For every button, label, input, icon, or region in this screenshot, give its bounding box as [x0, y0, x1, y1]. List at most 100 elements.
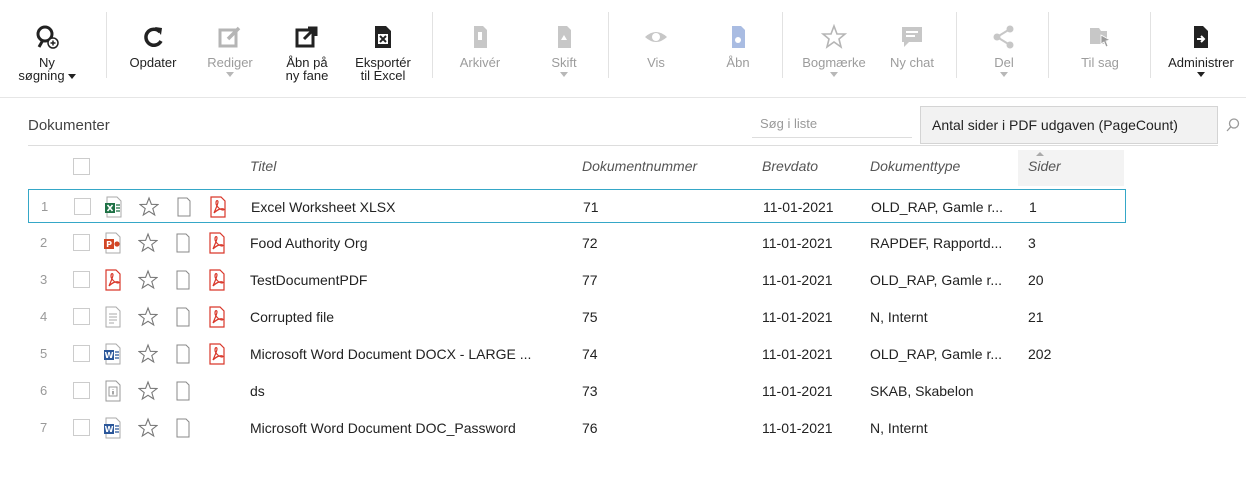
star-icon[interactable]: [138, 232, 158, 254]
edit-button[interactable]: Rediger: [198, 0, 262, 98]
move-to-case-icon: [1083, 18, 1117, 56]
powerpoint-file-icon[interactable]: P: [103, 232, 123, 254]
word-file-icon[interactable]: W: [103, 343, 123, 365]
refresh-button[interactable]: Opdater: [118, 0, 188, 98]
star-icon: [817, 18, 851, 56]
page-count: 21: [1028, 309, 1044, 325]
table-row[interactable]: 1 Excel Worksheet XLSX 71 11-01-2021 OLD_RAP…: [28, 189, 1126, 223]
excel-export-icon: [366, 18, 400, 56]
open-button[interactable]: Åbn: [708, 0, 768, 98]
document-page-icon[interactable]: [173, 343, 193, 365]
document-page-icon[interactable]: [173, 380, 193, 402]
excel-file-icon[interactable]: [104, 196, 124, 218]
letter-date: 11-01-2021: [763, 199, 834, 215]
row-checkbox[interactable]: [73, 308, 90, 325]
open-document-icon: [721, 18, 755, 56]
document-number: 71: [583, 199, 599, 215]
document-type: RAPDEF, Rapportd...: [870, 235, 1003, 251]
text-file-icon[interactable]: [103, 306, 123, 328]
table-row[interactable]: 4 Corrupted file 75 11-01-2021 N, Internt 21: [28, 300, 1126, 334]
table-row[interactable]: 6 ds 73 11-01-2021 SKAB, Skabelon: [28, 374, 1126, 408]
star-icon[interactable]: [138, 417, 158, 439]
table-row[interactable]: 2 P Food Authority Org 72 11-01-2021 RAPDEF, …: [28, 226, 1126, 260]
row-number: 5: [40, 346, 48, 361]
row-checkbox[interactable]: [73, 234, 90, 251]
move-to-case-button[interactable]: Til sag: [1060, 0, 1140, 98]
bookmark-label: Bogmærke: [802, 55, 866, 70]
document-type: N, Internt: [870, 420, 928, 436]
new-chat-button[interactable]: Ny chat: [880, 0, 944, 98]
share-label: Del: [994, 55, 1014, 70]
export-excel-label: Eksportér til Excel: [355, 55, 411, 83]
document-title[interactable]: ds: [250, 374, 265, 408]
pdf-icon[interactable]: [208, 196, 228, 218]
document-type: OLD_RAP, Gamle r...: [870, 272, 1003, 288]
chevron-down-icon: [67, 74, 76, 80]
table-row[interactable]: 3 TestDocumentPDF 77 11-01-2021 OLD_RAP, Gam…: [28, 263, 1126, 297]
row-checkbox[interactable]: [73, 345, 90, 362]
row-checkbox[interactable]: [73, 271, 90, 288]
star-icon[interactable]: [138, 306, 158, 328]
pdf-icon[interactable]: [207, 269, 227, 291]
document-page-icon[interactable]: [173, 417, 193, 439]
document-title[interactable]: Food Authority Org: [250, 226, 368, 260]
document-title[interactable]: Corrupted file: [250, 300, 334, 334]
document-page-icon[interactable]: [174, 196, 194, 218]
switch-button[interactable]: Skift: [532, 0, 596, 98]
manage-button[interactable]: Administrer: [1158, 0, 1244, 98]
page-count: 3: [1028, 235, 1036, 251]
document-title[interactable]: Microsoft Word Document DOCX - LARGE ...: [250, 337, 531, 371]
row-checkbox[interactable]: [73, 382, 90, 399]
document-number: 76: [582, 420, 598, 436]
svg-text:W: W: [105, 425, 114, 434]
document-type: N, Internt: [870, 309, 928, 325]
edit-icon: [213, 18, 247, 56]
open-new-tab-button[interactable]: Åbn på ny fane: [276, 0, 338, 98]
document-number: 73: [582, 383, 598, 399]
svg-text:P: P: [106, 240, 112, 249]
row-number: 7: [40, 420, 48, 435]
chevron-down-icon: [1000, 72, 1008, 77]
column-header-title[interactable]: Titel: [250, 150, 276, 182]
toolbar-divider: [956, 12, 957, 78]
row-checkbox[interactable]: [73, 419, 90, 436]
pdf-file-icon[interactable]: [103, 269, 123, 291]
info-file-icon[interactable]: [103, 380, 123, 402]
column-header-document-number[interactable]: Dokumentnummer: [582, 150, 697, 182]
export-excel-button[interactable]: Eksportér til Excel: [348, 0, 418, 98]
view-label: Vis: [647, 55, 665, 70]
document-page-icon[interactable]: [173, 269, 193, 291]
pdf-icon[interactable]: [207, 306, 227, 328]
select-all-checkbox[interactable]: [73, 158, 90, 175]
row-checkbox[interactable]: [74, 198, 91, 215]
star-icon[interactable]: [139, 196, 159, 218]
pdf-icon[interactable]: [207, 232, 227, 254]
chevron-down-icon: [1197, 72, 1205, 77]
document-title[interactable]: Microsoft Word Document DOC_Password: [250, 411, 516, 445]
word-file-icon[interactable]: W: [103, 417, 123, 439]
bookmark-button[interactable]: Bogmærke: [794, 0, 874, 98]
eye-icon: [639, 18, 673, 56]
column-header-document-type[interactable]: Dokumenttype: [870, 150, 960, 182]
pdf-icon[interactable]: [207, 343, 227, 365]
document-title[interactable]: TestDocumentPDF: [250, 263, 367, 297]
star-icon[interactable]: [138, 269, 158, 291]
table-row[interactable]: 5 W Microsoft Word Document DOCX - LARGE .…: [28, 337, 1126, 371]
search-icon[interactable]: [1225, 117, 1241, 133]
document-page-icon[interactable]: [173, 306, 193, 328]
chevron-down-icon: [830, 72, 838, 77]
document-title[interactable]: Excel Worksheet XLSX: [251, 190, 395, 224]
new-search-button[interactable]: Ny søgning: [14, 0, 80, 98]
open-new-tab-icon: [290, 18, 324, 56]
star-icon[interactable]: [138, 380, 158, 402]
list-search-input[interactable]: [752, 110, 912, 138]
toolbar-divider: [1150, 12, 1151, 78]
share-button[interactable]: Del: [974, 0, 1034, 98]
view-button[interactable]: Vis: [626, 0, 686, 98]
column-header-letter-date[interactable]: Brevdato: [762, 150, 818, 182]
table-row[interactable]: 7 W Microsoft Word Document DOC_Password 76…: [28, 411, 1126, 445]
document-page-icon[interactable]: [173, 232, 193, 254]
star-icon[interactable]: [138, 343, 158, 365]
archive-button[interactable]: Arkivér: [448, 0, 512, 98]
column-header-pages[interactable]: Sider: [1028, 150, 1061, 182]
